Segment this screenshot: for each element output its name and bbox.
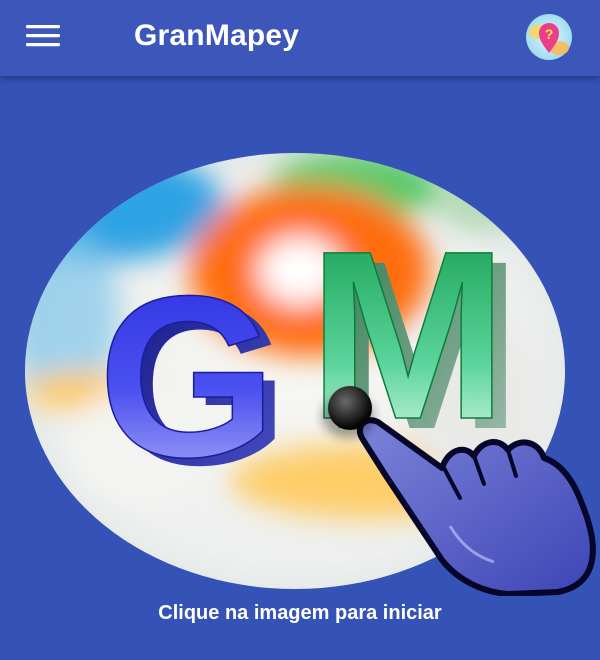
start-logo-button[interactable]: G G M M [10, 146, 600, 596]
hamburger-menu-icon [26, 25, 60, 47]
app-screen: GranMapey ? G G M M Clique na imagem par… [0, 0, 600, 660]
menu-button[interactable] [18, 14, 70, 58]
svg-text:G: G [98, 248, 277, 505]
map-pin-question-icon: ? [526, 14, 572, 60]
help-button[interactable]: ? [524, 12, 574, 62]
app-title: GranMapey [134, 19, 300, 52]
svg-text:?: ? [545, 26, 554, 42]
start-hint-text: Clique na imagem para iniciar [158, 602, 442, 624]
app-bar: GranMapey ? [0, 0, 600, 76]
granmapey-logo: G G M M [25, 153, 596, 596]
